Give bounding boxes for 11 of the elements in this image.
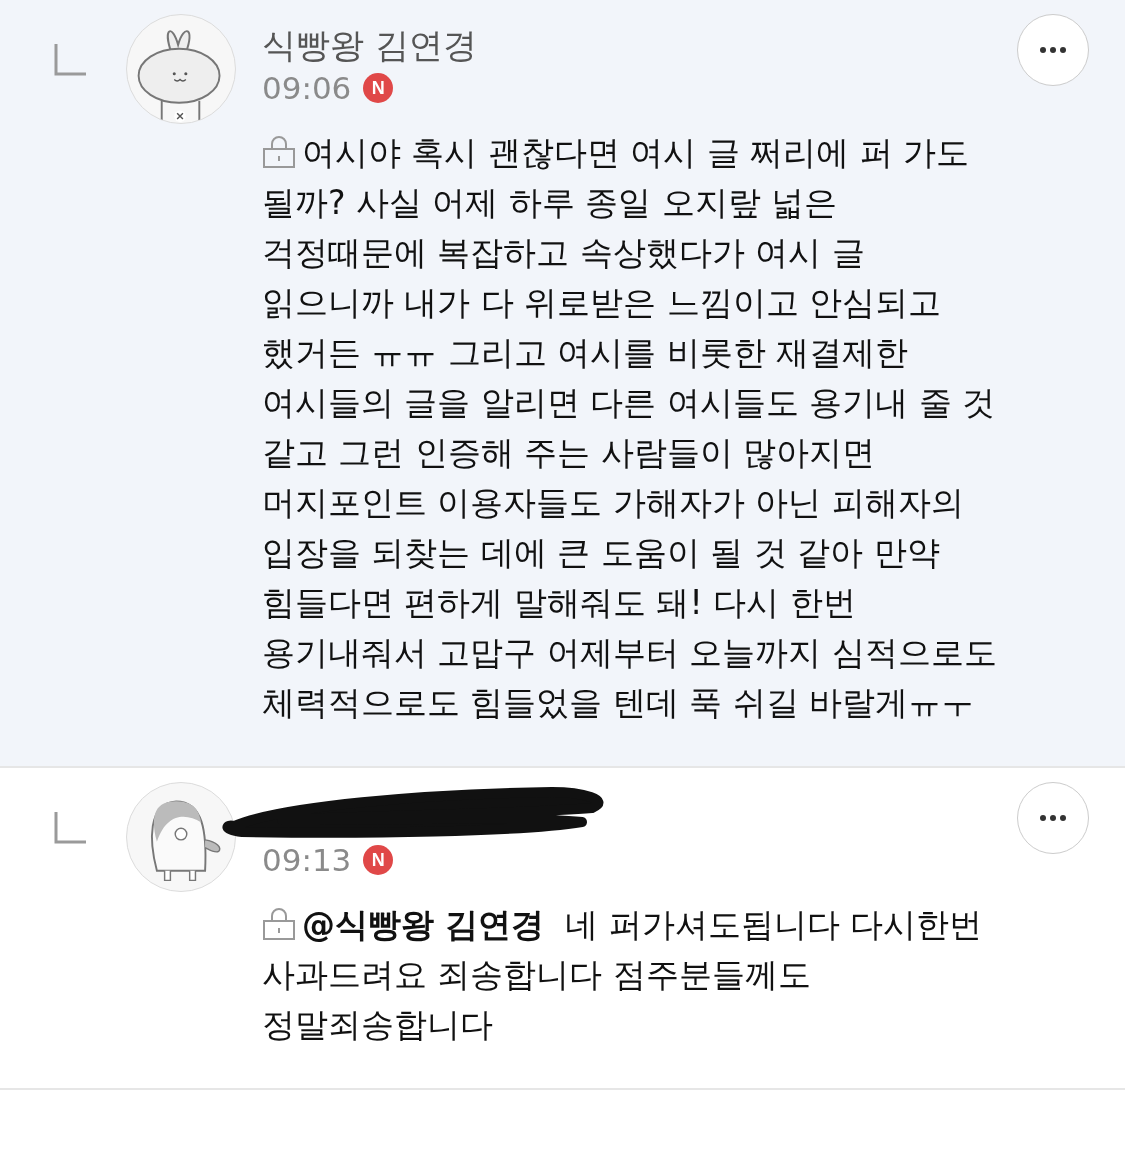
comment-text: 여시야 혹시 괜찮다면 여시 글 쩌리에 퍼 가도 될까? 사실 어제 하루 종일 오지랖 넓은 걱정때문에 복잡하고 속상했다가 여시 글 읽으니까 내가 다 위로받은 느낌이고 안심되고 했거든 ㅠㅠ 그리고 여시를 비롯한 재결제한 여시들의 글을 알리면 다른 여시들도 용기내 줄 것 같고 그런 인증해 주는 사람들이 많아지면 머지포인트 이용자들도 가해자가 아닌 피해자의 입장을 되찾는 데에 큰 도움이 될 것 같아 만약 힘들다면 편하게 말해줘도 돼! 다시 한번 용기내줘서 고맙구 어제부터 오늘까지 심적으로도 체력적으로도 힘들었을 텐데 푹 쉬길 바랄게ㅠㅜ — [262, 132, 998, 724]
reply-corner-icon — [54, 812, 86, 844]
comment-text: @식빵왕 김연경 네 퍼가셔도됩니다 다시한번 사과드려요 죄송합니다 점주분들께도 정말죄송합니다 — [262, 904, 984, 1046]
new-badge: N — [363, 845, 394, 875]
more-icon — [1039, 46, 1067, 54]
new-badge: N — [363, 73, 394, 103]
comment-time: 09:06 — [262, 70, 352, 106]
comment-time: 09:13 — [262, 842, 352, 878]
more-icon — [1039, 814, 1067, 822]
reply-corner-icon — [54, 44, 86, 76]
author-name[interactable]: 식빵왕 김연경 — [262, 14, 1017, 68]
